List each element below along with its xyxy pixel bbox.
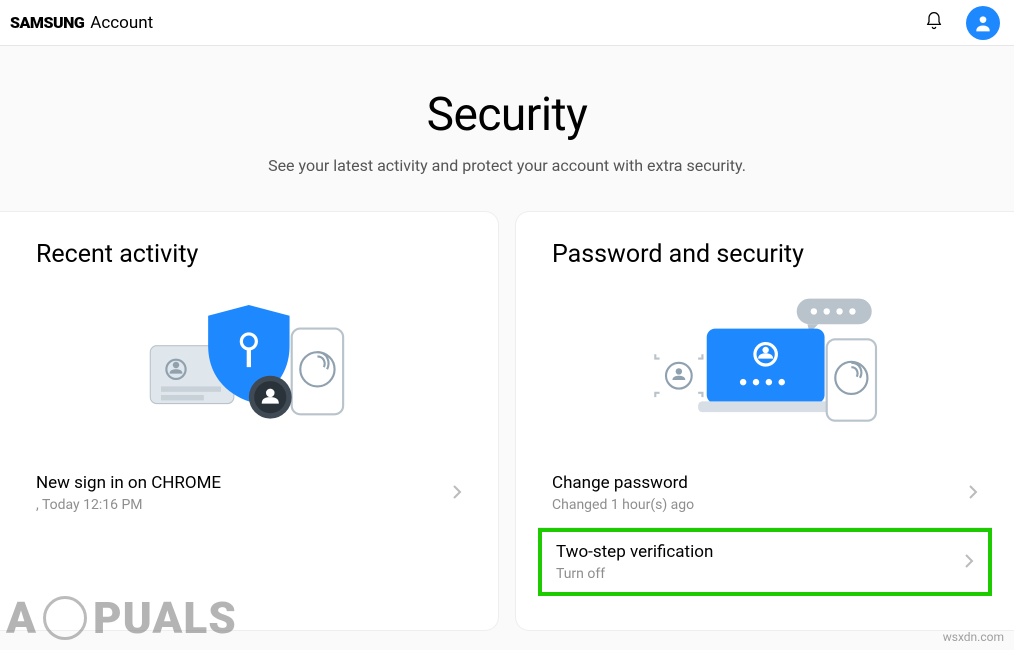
- password-security-illustration: [516, 285, 1014, 445]
- recent-activity-illustration: [0, 285, 498, 445]
- change-password-sub: Changed 1 hour(s) ago: [552, 497, 694, 513]
- recent-signin-time: , Today 12:16 PM: [36, 497, 221, 513]
- brand-logo: SAMSUNG: [10, 13, 84, 32]
- password-security-list: Change password Changed 1 hour(s) ago Tw…: [516, 459, 1014, 596]
- recent-activity-card: Recent activity: [0, 211, 499, 631]
- password-security-card: Password and security: [515, 211, 1014, 631]
- app-header: SAMSUNG Account: [0, 0, 1014, 46]
- header-actions: [924, 6, 1000, 40]
- notifications-icon[interactable]: [924, 11, 944, 35]
- brand[interactable]: SAMSUNG Account: [10, 13, 153, 33]
- watermark-source: wsxdn.com: [943, 630, 1004, 644]
- change-password-row[interactable]: Change password Changed 1 hour(s) ago: [516, 459, 1014, 527]
- two-step-sub: Turn off: [556, 566, 713, 582]
- page-title: Security: [0, 88, 1014, 142]
- two-step-label: Two-step verification: [556, 542, 713, 562]
- chevron-right-icon: [452, 484, 462, 503]
- chevron-right-icon: [964, 553, 974, 572]
- page-header: Security See your latest activity and pr…: [0, 88, 1014, 175]
- recent-signin-label: New sign in on CHROME: [36, 473, 221, 493]
- two-step-verification-row[interactable]: Two-step verification Turn off: [542, 532, 988, 592]
- chevron-right-icon: [968, 484, 978, 503]
- two-step-highlight: Two-step verification Turn off: [538, 528, 992, 596]
- page-subtitle: See your latest activity and protect you…: [0, 156, 1014, 175]
- password-security-title: Password and security: [516, 240, 1014, 269]
- recent-signin-row[interactable]: New sign in on CHROME , Today 12:16 PM: [0, 459, 498, 527]
- brand-text: Account: [90, 13, 153, 33]
- recent-activity-title: Recent activity: [0, 240, 498, 269]
- cards-row: Recent activity: [0, 211, 1014, 631]
- recent-activity-list: New sign in on CHROME , Today 12:16 PM: [0, 459, 498, 527]
- profile-avatar[interactable]: [966, 6, 1000, 40]
- change-password-label: Change password: [552, 473, 694, 493]
